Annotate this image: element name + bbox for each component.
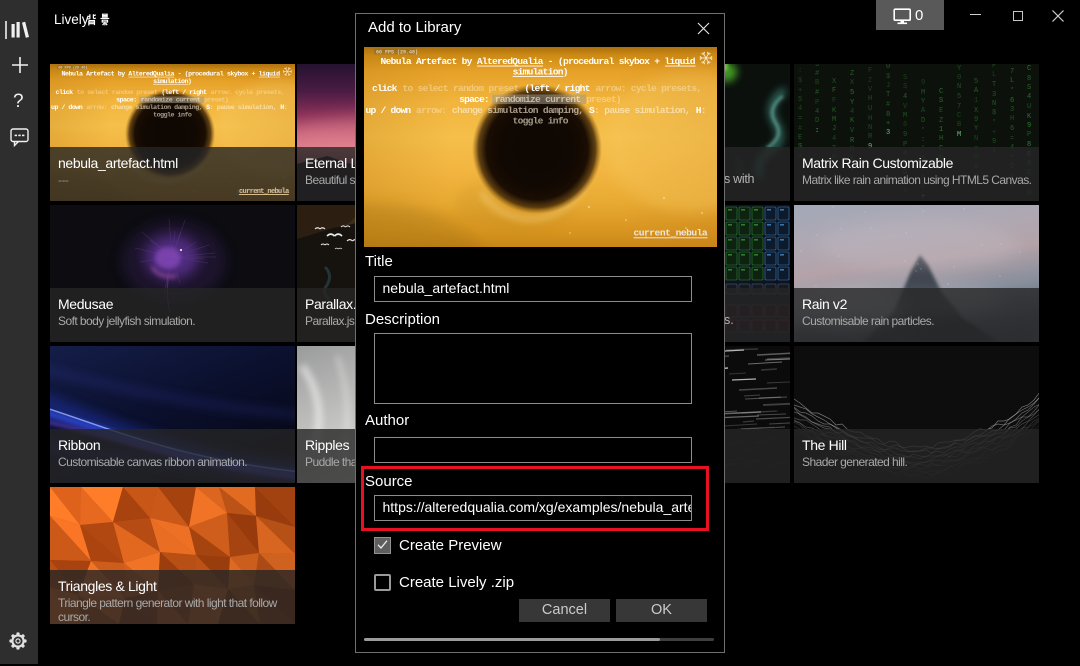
- svg-text:J: J: [832, 125, 836, 133]
- svg-text:$: $: [798, 77, 802, 85]
- svg-text:#: #: [815, 89, 819, 97]
- svg-text:J: J: [886, 82, 890, 90]
- svg-text:B: B: [815, 79, 819, 87]
- svg-text:6: 6: [1010, 125, 1014, 133]
- svg-text:D: D: [921, 117, 925, 125]
- svg-text:S: S: [903, 83, 907, 91]
- svg-text:4: 4: [798, 105, 802, 113]
- svg-text:C: C: [939, 88, 943, 96]
- svg-text:3: 3: [992, 91, 996, 99]
- svg-text:5: 5: [850, 89, 854, 97]
- svg-text:E: E: [798, 134, 802, 142]
- svg-text:6: 6: [1010, 97, 1014, 105]
- svg-text:M: M: [957, 131, 961, 139]
- svg-text:4: 4: [815, 108, 819, 116]
- svg-text:5: 5: [798, 96, 802, 104]
- svg-text:Z: Z: [868, 77, 872, 85]
- svg-text:6: 6: [903, 121, 907, 129]
- svg-text:+: +: [798, 87, 802, 95]
- svg-text:7: 7: [1010, 68, 1014, 76]
- svg-text:N: N: [957, 83, 961, 91]
- svg-text:4: 4: [1027, 93, 1031, 101]
- svg-text:$: $: [992, 109, 996, 117]
- svg-text:#: #: [798, 125, 802, 133]
- svg-text:B: B: [957, 121, 961, 129]
- svg-text:3: 3: [1010, 106, 1014, 114]
- svg-text:S: S: [903, 74, 907, 82]
- svg-text:F: F: [868, 67, 872, 75]
- svg-text:P: P: [1027, 131, 1031, 139]
- svg-text:N: N: [868, 124, 872, 132]
- svg-text:*: *: [921, 127, 925, 135]
- svg-text:4: 4: [850, 108, 854, 116]
- svg-text:S: S: [1027, 84, 1031, 92]
- svg-text:3: 3: [798, 64, 802, 66]
- svg-text:4: 4: [832, 135, 836, 143]
- svg-text:9: 9: [974, 116, 978, 124]
- svg-text:F: F: [832, 97, 836, 105]
- svg-text:8: 8: [1027, 75, 1031, 83]
- svg-text:D: D: [815, 117, 819, 125]
- svg-text:S: S: [939, 97, 943, 105]
- svg-text::: :: [815, 127, 819, 135]
- svg-text:7: 7: [957, 103, 961, 111]
- svg-text:H: H: [868, 95, 872, 103]
- svg-text:L: L: [992, 71, 996, 79]
- svg-text:U: U: [1027, 103, 1031, 111]
- svg-text:$: $: [886, 73, 890, 81]
- svg-text:L: L: [1010, 77, 1014, 85]
- svg-text:9: 9: [992, 138, 996, 146]
- svg-text:M: M: [832, 116, 836, 124]
- svg-text:5: 5: [957, 93, 961, 101]
- svg-text:M: M: [921, 89, 925, 97]
- svg-text:0: 0: [957, 74, 961, 82]
- svg-text:4: 4: [903, 93, 907, 101]
- svg-text:H: H: [868, 115, 872, 123]
- svg-text::: :: [798, 67, 802, 75]
- svg-text:M: M: [903, 112, 907, 120]
- svg-text:P: P: [815, 99, 819, 107]
- svg-text:#: #: [815, 70, 819, 78]
- svg-text:5: 5: [974, 78, 978, 86]
- svg-text:8: 8: [886, 111, 890, 119]
- svg-text:C: C: [1027, 65, 1031, 73]
- svg-text:F: F: [832, 87, 836, 95]
- svg-text::: :: [921, 136, 925, 144]
- svg-text:9: 9: [903, 131, 907, 139]
- svg-text:E: E: [939, 107, 943, 115]
- svg-text:3: 3: [886, 129, 890, 137]
- svg-text:1: 1: [939, 126, 943, 134]
- svg-text:=: =: [798, 115, 802, 123]
- svg-text:0: 0: [886, 64, 890, 71]
- svg-text:C: C: [957, 112, 961, 120]
- svg-text:9: 9: [1027, 122, 1031, 130]
- svg-text:9: 9: [815, 64, 819, 69]
- svg-text:*: *: [992, 119, 996, 127]
- svg-text:U: U: [868, 105, 872, 113]
- svg-text:N: N: [974, 135, 978, 143]
- svg-text:F: F: [992, 64, 996, 70]
- svg-text:1: 1: [974, 97, 978, 105]
- svg-text:N: N: [992, 100, 996, 108]
- svg-text:=: =: [1010, 135, 1014, 143]
- svg-text:Z: Z: [850, 70, 854, 78]
- svg-text:9: 9: [921, 79, 925, 87]
- svg-text:T: T: [886, 91, 890, 99]
- svg-text:*: *: [1010, 87, 1014, 95]
- svg-text:Z: Z: [939, 117, 943, 125]
- svg-text:T: T: [992, 81, 996, 89]
- svg-text:+: +: [992, 129, 996, 137]
- svg-text:#: #: [886, 101, 890, 109]
- svg-text:H: H: [1010, 115, 1014, 123]
- svg-text:+: +: [886, 120, 890, 128]
- svg-text:H: H: [939, 135, 943, 143]
